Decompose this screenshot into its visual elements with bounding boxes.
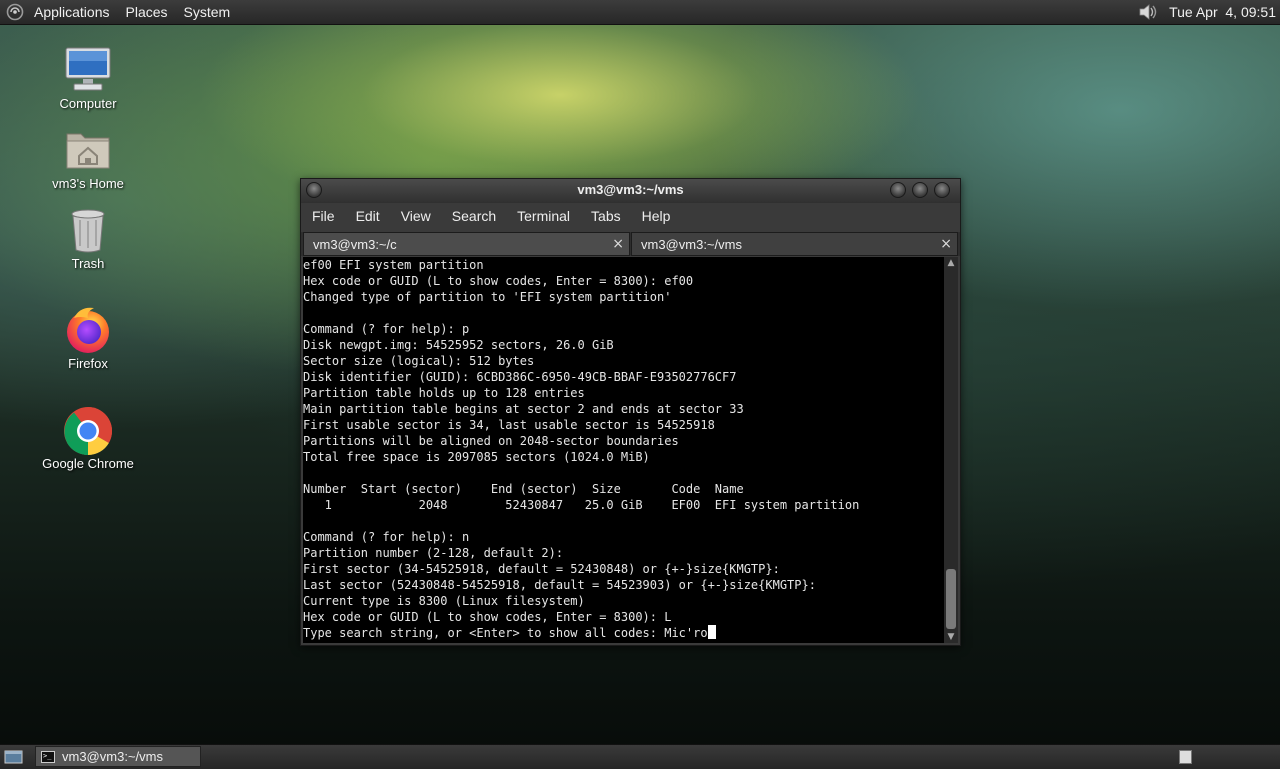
terminal-line: First usable sector is 34, last usable s… [303,418,715,432]
terminal-line: 1 2048 52430847 25.0 GiB EF00 EFI system… [303,498,860,512]
terminal-line: Total free space is 2097085 sectors (102… [303,450,650,464]
desktop-icon-label: Google Chrome [42,456,134,471]
tab-label: vm3@vm3:~/c [313,237,397,252]
terminal-line: Disk newgpt.img: 54525952 sectors, 26.0 … [303,338,614,352]
terminal-line: Number Start (sector) End (sector) Size … [303,482,744,496]
desktop-icon-home[interactable]: vm3's Home [38,124,138,191]
desktop-icon-label: Computer [59,96,117,111]
desktop-icon-firefox[interactable]: Firefox [38,304,138,371]
terminal-line: Type search string, or <Enter> to show a… [303,625,944,641]
trash-icon [62,204,114,256]
terminal-line: Last sector (52430848-54525918, default … [303,578,816,592]
system-tray: Tue Apr 4, 09:51 [1137,0,1280,24]
terminal-line: Sector size (logical): 512 bytes [303,354,535,368]
terminal-line: Current type is 8300 (Linux filesystem) [303,594,585,608]
terminal-line: Hex code or GUID (L to show codes, Enter… [303,610,672,624]
terminal-output[interactable]: ef00 EFI system partition Hex code or GUI… [303,257,944,643]
volume-icon[interactable] [1137,1,1159,23]
bottom-panel: >_ vm3@vm3:~/vms [0,744,1280,769]
terminal-line: Partitions will be aligned on 2048-secto… [303,434,679,448]
tab-close-icon[interactable]: × [940,236,952,252]
terminal-line: Command (? for help): p [303,322,470,336]
home-folder-icon [62,124,114,176]
terminal-scrollbar[interactable]: ▲ ▼ [944,257,958,643]
firefox-icon [62,304,114,356]
computer-icon [62,44,114,96]
terminal-line: Main partition table begins at sector 2 … [303,402,744,416]
terminal-line: ef00 EFI system partition [303,258,484,272]
terminal-window: vm3@vm3:~/vms File Edit View Search Term… [300,178,961,646]
taskbar-item-terminal[interactable]: >_ vm3@vm3:~/vms [35,746,201,767]
distro-logo-icon[interactable] [6,3,24,21]
terminal-line: Hex code or GUID (L to show codes, Enter… [303,274,694,288]
chrome-icon [62,404,114,456]
menu-system[interactable]: System [176,0,239,24]
minimize-button[interactable] [890,182,906,198]
terminal-line: Command (? for help): n [303,530,470,544]
desktop-icon-trash[interactable]: Trash [38,204,138,271]
terminal-line: Partition table holds up to 128 entries [303,386,585,400]
tab-label: vm3@vm3:~/vms [641,237,742,252]
menu-applications[interactable]: Applications [26,0,118,24]
desktop-icon-label: Trash [71,256,105,271]
menu-help[interactable]: Help [631,204,681,228]
menu-search[interactable]: Search [441,204,506,228]
menu-edit[interactable]: Edit [345,204,390,228]
terminal-line: First sector (34-54525918, default = 524… [303,562,780,576]
desktop-icon-chrome[interactable]: Google Chrome [38,404,138,471]
text-cursor [707,625,716,639]
terminal-lines: ef00 EFI system partition Hex code or GUI… [303,257,944,641]
clock[interactable]: Tue Apr 4, 09:51 [1169,4,1276,20]
menu-places[interactable]: Places [118,0,176,24]
window-title: vm3@vm3:~/vms [577,182,684,197]
top-panel: Applications Places System Tue Apr 4, 09… [0,0,1280,25]
scroll-down-arrow-icon[interactable]: ▼ [944,631,958,643]
desktop-icon-label: Firefox [68,356,108,371]
menu-tabs[interactable]: Tabs [580,204,631,228]
menu-terminal[interactable]: Terminal [506,204,580,228]
tab-close-icon[interactable]: × [612,236,624,252]
tab-vm3-c[interactable]: vm3@vm3:~/c × [303,232,630,256]
desktop-icon-computer[interactable]: Computer [38,44,138,111]
taskbar-item-label: vm3@vm3:~/vms [62,749,163,764]
menu-file[interactable]: File [301,204,345,228]
window-titlebar[interactable]: vm3@vm3:~/vms [301,179,960,203]
scroll-up-arrow-icon[interactable]: ▲ [944,257,958,269]
menu-view[interactable]: View [390,204,441,228]
terminal-tabbar: vm3@vm3:~/c × vm3@vm3:~/vms × [301,232,960,256]
terminal-line: Disk identifier (GUID): 6CBD386C-6950-49… [303,370,737,384]
terminal-menubar: File Edit View Search Terminal Tabs Help [301,204,960,228]
close-button[interactable] [934,182,950,198]
terminal-prompt-line: Type search string, or <Enter> to show a… [303,626,708,640]
desktop-icon-label: vm3's Home [52,176,124,191]
terminal-line: Changed type of partition to 'EFI system… [303,290,672,304]
tab-vm3-vms[interactable]: vm3@vm3:~/vms × [631,232,958,256]
scroll-thumb[interactable] [946,569,956,629]
workspace-switcher[interactable] [1179,750,1192,764]
maximize-button[interactable] [912,182,928,198]
terminal-icon: >_ [41,750,55,763]
show-desktop-icon[interactable] [4,749,24,765]
terminal-line: Partition number (2-128, default 2): [303,546,564,560]
